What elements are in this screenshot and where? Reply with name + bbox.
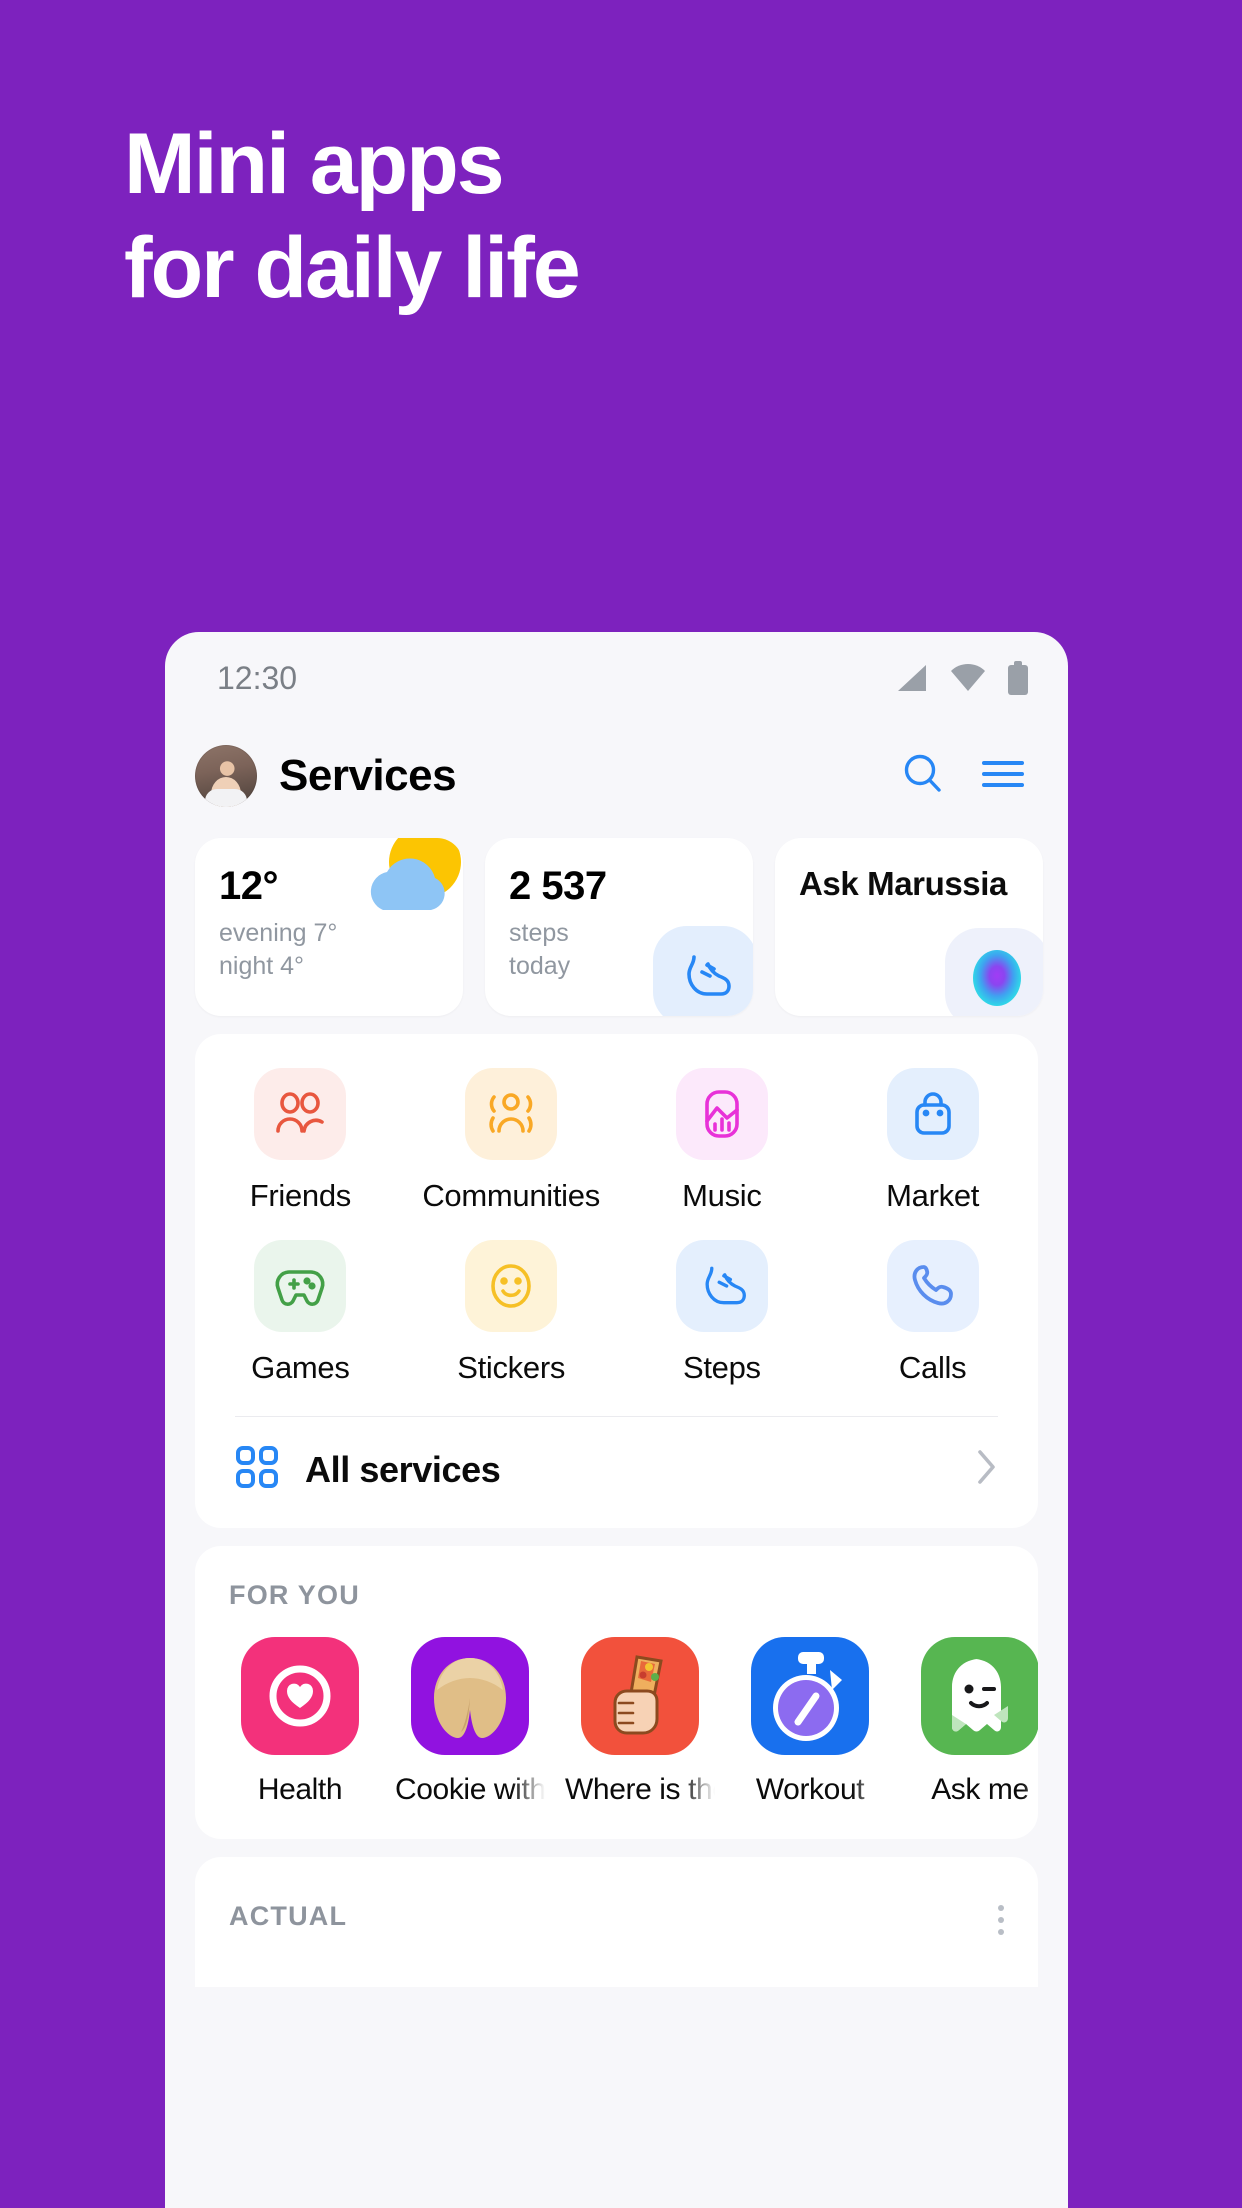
service-label: Games bbox=[251, 1350, 350, 1385]
app-where-is-the[interactable]: Where is the bbox=[565, 1637, 715, 1807]
phone-mockup: 12:30 Services 12° evening 7° night 4° 2… bbox=[165, 632, 1068, 2208]
all-services-label: All services bbox=[305, 1448, 501, 1490]
music-icon bbox=[705, 1090, 739, 1138]
app-name: Cookie with bbox=[395, 1773, 545, 1806]
app-cookie[interactable]: Cookie with bbox=[395, 1637, 545, 1807]
widget-row: 12° evening 7° night 4° 2 537 steps toda… bbox=[165, 828, 1068, 1016]
app-name: Ask me bbox=[931, 1773, 1029, 1806]
for-you-label: FOR YOU bbox=[229, 1580, 360, 1610]
shoe-icon bbox=[653, 926, 753, 1016]
status-icons bbox=[896, 661, 1028, 695]
apps-grid-icon bbox=[235, 1445, 279, 1494]
promo-heading-block: Mini apps for daily life bbox=[124, 112, 1024, 320]
app-name: Health bbox=[257, 1773, 343, 1806]
service-tile-friends[interactable]: Friends bbox=[195, 1068, 406, 1214]
service-tile-steps[interactable]: Steps bbox=[617, 1240, 828, 1386]
actual-label: ACTUAL bbox=[229, 1901, 348, 1931]
status-clock: 12:30 bbox=[217, 659, 298, 696]
service-label: Market bbox=[886, 1178, 980, 1213]
wifi-icon bbox=[950, 663, 986, 693]
stopwatch-icon bbox=[751, 1637, 869, 1755]
ghost-icon bbox=[921, 1637, 1038, 1755]
market-icon bbox=[914, 1092, 951, 1135]
sun-cloud-icon bbox=[363, 838, 463, 930]
app-header: Services bbox=[165, 724, 1068, 828]
all-services-row[interactable]: All services bbox=[195, 1417, 1038, 1528]
stickers-icon bbox=[491, 1264, 531, 1308]
chevron-right-icon bbox=[976, 1448, 998, 1491]
service-tile-market[interactable]: Market bbox=[827, 1068, 1038, 1214]
games-icon bbox=[275, 1270, 325, 1306]
app-workout[interactable]: Workout bbox=[735, 1637, 885, 1807]
calls-icon bbox=[912, 1265, 953, 1306]
service-label: Communities bbox=[422, 1178, 600, 1213]
more-vertical-icon[interactable] bbox=[998, 1901, 1004, 1935]
app-name: Workout bbox=[755, 1773, 865, 1806]
assistant-title: Ask Marussia bbox=[799, 865, 1007, 902]
battery-icon bbox=[1008, 661, 1028, 695]
actual-card: ACTUAL bbox=[195, 1857, 1038, 1987]
service-tile-stickers[interactable]: Stickers bbox=[406, 1240, 617, 1386]
for-you-card: FOR YOU Health Cookie with Where is the … bbox=[195, 1546, 1038, 1839]
service-label: Stickers bbox=[457, 1350, 566, 1385]
service-tile-communities[interactable]: Communities bbox=[406, 1068, 617, 1214]
friends-icon bbox=[276, 1092, 325, 1133]
service-label: Friends bbox=[249, 1178, 352, 1213]
fortune-cookie-icon bbox=[411, 1637, 529, 1755]
service-label: Steps bbox=[682, 1350, 761, 1385]
avatar[interactable] bbox=[195, 745, 257, 807]
service-tile-music[interactable]: Music bbox=[617, 1068, 828, 1214]
for-you-apps: Health Cookie with Where is the Workout … bbox=[195, 1611, 1038, 1807]
services-title: Services bbox=[279, 751, 457, 800]
communities-icon bbox=[489, 1093, 533, 1133]
shawarma-hand-icon bbox=[581, 1637, 699, 1755]
weather-widget[interactable]: 12° evening 7° night 4° bbox=[195, 838, 463, 1016]
steps-icon bbox=[705, 1266, 746, 1305]
promo-line-2: for daily life bbox=[124, 220, 581, 316]
signal-icon bbox=[896, 663, 928, 693]
app-health[interactable]: Health bbox=[225, 1637, 375, 1807]
app-ask-me[interactable]: Ask me bbox=[905, 1637, 1038, 1807]
promo-line-1: Mini apps bbox=[124, 116, 505, 212]
app-name: Where is the bbox=[565, 1773, 715, 1806]
services-card: Friends Communities Music Market Games S… bbox=[195, 1034, 1038, 1528]
page-title: Mini apps for daily life bbox=[124, 112, 1024, 320]
assistant-orb-icon bbox=[945, 928, 1043, 1016]
search-icon[interactable] bbox=[900, 751, 946, 802]
hamburger-menu-icon[interactable] bbox=[980, 754, 1026, 799]
service-label: Calls bbox=[898, 1350, 967, 1385]
service-tile-calls[interactable]: Calls bbox=[827, 1240, 1038, 1386]
steps-count: 2 537 bbox=[509, 864, 607, 908]
service-label: Music bbox=[682, 1178, 762, 1213]
service-tile-games[interactable]: Games bbox=[195, 1240, 406, 1386]
steps-widget[interactable]: 2 537 steps today bbox=[485, 838, 753, 1016]
assistant-widget[interactable]: Ask Marussia bbox=[775, 838, 1043, 1016]
weather-night: night 4° bbox=[219, 952, 305, 980]
status-bar: 12:30 bbox=[165, 632, 1068, 724]
services-grid: Friends Communities Music Market Games S… bbox=[195, 1068, 1038, 1386]
health-heart-icon bbox=[241, 1637, 359, 1755]
